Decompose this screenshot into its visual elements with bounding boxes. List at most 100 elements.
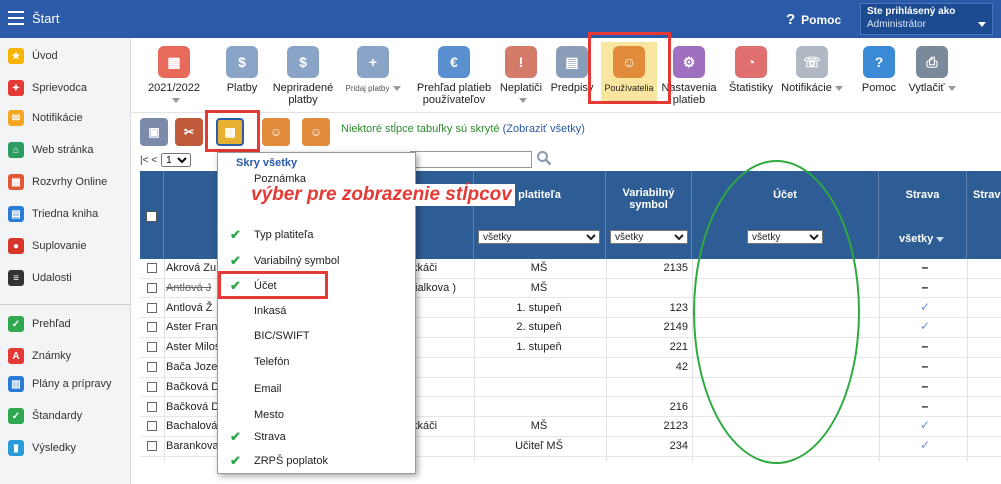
ribbon-pie-chart-button[interactable]: ◔ Štatistiky [725,46,777,94]
row-payer-type: 2. stupeň [516,321,562,334]
column-option[interactable]: Inkasá [218,299,415,323]
row-checkbox[interactable] [147,362,157,372]
sidebar-item-0[interactable]: ★ Úvod [0,40,131,72]
sidebar-item-3[interactable]: ⌂ Web stránka [0,134,131,166]
row-checkbox[interactable] [147,302,157,313]
select-all-checkbox[interactable] [146,211,157,222]
ribbon-phone-button[interactable]: ☏ Notifikácie [781,46,843,94]
calendar-icon: ▦ [8,174,24,190]
row-checkbox[interactable] [147,263,157,273]
col-divider [164,259,165,461]
sidebar-item-8[interactable]: ✓ Prehľad [0,308,131,340]
login-role: Administrátor [867,19,926,30]
pager-prev[interactable]: |< < [140,155,157,166]
row-name[interactable]: Antlová J [166,282,211,294]
show-all-link[interactable]: (Zobraziť všetky) [503,123,585,135]
highlight-account-option [218,271,328,299]
row-name[interactable]: Aster Milos [166,341,220,353]
ribbon-money-bag-button[interactable]: $ Nepriradené platby [265,46,341,106]
app-title[interactable]: Štart [32,11,59,26]
column-option[interactable]: ✔ Typ platiteľa [218,223,415,247]
column-option[interactable]: ✔ Variabilný symbol [218,249,415,273]
sidebar-item-11[interactable]: ✓ Štandardy [0,400,131,432]
column-option[interactable]: ✔ Strava [218,425,415,449]
save-button[interactable]: ▣ [140,118,168,150]
ribbon-label: Nepriradené platby [272,82,334,106]
row-checkbox[interactable] [147,441,157,452]
sidebar-item-4[interactable]: ▦ Rozvrhy Online [0,166,131,198]
filter-vs[interactable]: všetky [610,230,688,244]
row-payer-type: Učiteľ MŠ [515,440,563,453]
column-option[interactable]: ✔ ZRPŠ poplatok [218,449,415,473]
sidebar-item-1[interactable]: ✦ Sprievodca [0,72,131,104]
ribbon-calendar-button[interactable]: ▦ 2021/2022 [145,46,203,106]
login-dropdown[interactable]: Ste prihlásený ako Administrátor [860,3,993,35]
column-option[interactable]: Telefón [218,350,415,374]
ribbon-money-bag-button[interactable]: $ Platby [219,46,265,94]
money-bag-warning-icon: ! [505,46,537,78]
money-bag-icon: $ [287,46,319,78]
sidebar-item-label: Známky [32,350,72,362]
money-bag-plus-icon: + [357,46,389,78]
ribbon-printer-button[interactable]: ⎙ Vytlačiť [903,46,961,94]
row-vs: 2135 [663,262,688,274]
th-strava[interactable]: Strava všetky [879,171,967,259]
sidebar-item-12[interactable]: ▮ Výsledky [0,432,131,464]
row-name[interactable]: Akrová Zu [166,262,216,274]
page-select[interactable]: 1 [161,153,192,167]
column-option[interactable]: BIC/SWIFT [218,324,415,348]
row-name[interactable]: Aster Fran [166,321,217,333]
column-option[interactable]: Mesto [218,403,415,427]
row-strava: – [921,339,929,354]
sidebar-item-7[interactable]: ≡ Udalosti [0,262,131,294]
tools-button[interactable]: ✂ [175,118,203,150]
ribbon-label: Neplatiči [499,82,543,94]
ribbon-money-bag-plus-button[interactable]: + Pridaj platby [343,46,403,95]
sidebar-item-6[interactable]: ● Suplovanie [0,230,131,262]
login-caption: Ste prihlásený ako [867,6,956,17]
ribbon-money-bag-warning-button[interactable]: ! Neplatiči [499,46,543,106]
sidebar-item-label: Rozvrhy Online [32,176,108,188]
row-vs: 2123 [663,420,688,433]
search-icon[interactable] [536,150,552,166]
sidebar-item-5[interactable]: ▤ Triedna kniha [0,198,131,230]
sidebar-item-2[interactable]: ✉ Notifikácie [0,102,131,134]
row-checkbox[interactable] [147,322,157,333]
grade-icon: A [8,348,24,364]
phone-icon: ☏ [796,46,828,78]
column-option-label: Variabilný symbol [254,255,340,267]
ribbon-ledger-button[interactable]: € Prehľad platieb používateľov [409,46,499,106]
sidebar-item-label: Prehľad [32,318,71,330]
row-name[interactable]: Antlová Ž [166,302,212,314]
row-checkbox[interactable] [147,401,157,412]
row-checkbox[interactable] [147,381,157,392]
row-checkbox[interactable] [147,282,157,293]
user-check-button[interactable]: ☺ [262,118,290,150]
filter-payer-type[interactable]: všetky [478,230,600,244]
column-option[interactable]: Email [218,377,415,401]
row-name[interactable]: Bača Joze [166,361,217,373]
th-vs[interactable]: Variabilný symbol všetky [606,171,692,259]
ribbon-label: Predpisy [550,82,594,94]
strava-filter[interactable]: všetky [899,233,945,245]
row-name[interactable]: Barankova [166,440,219,452]
row-name[interactable]: Bachalová [166,420,217,432]
th-strava2[interactable]: Strav [967,171,1001,259]
row-checkbox[interactable] [147,342,157,353]
ribbon-label: Pridaj platby [345,84,390,93]
row-name[interactable]: Bačková D [166,381,219,393]
col-divider [692,259,693,461]
person-icon: ● [8,238,24,254]
sidebar-item-label: Plány a prípravy [32,378,112,390]
ribbon-question-button[interactable]: ? Pomoc [851,46,907,94]
search-input[interactable] [410,151,532,168]
add-user-button[interactable]: ☺ [302,118,330,150]
help-link[interactable]: ? Pomoc [786,11,841,28]
menu-icon[interactable] [8,11,24,25]
row-name[interactable]: Bačková D [166,401,219,413]
row-checkbox[interactable] [147,421,157,432]
tools-icon: ✂ [175,118,203,146]
sidebar-item-10[interactable]: ▥ Plány a prípravy [0,368,131,400]
ribbon-toolbar: ▦ 2021/2022 $ Platby $ Nepriradené platby + Pri… [131,38,1001,113]
ribbon-label: Notifikácie [781,82,832,94]
